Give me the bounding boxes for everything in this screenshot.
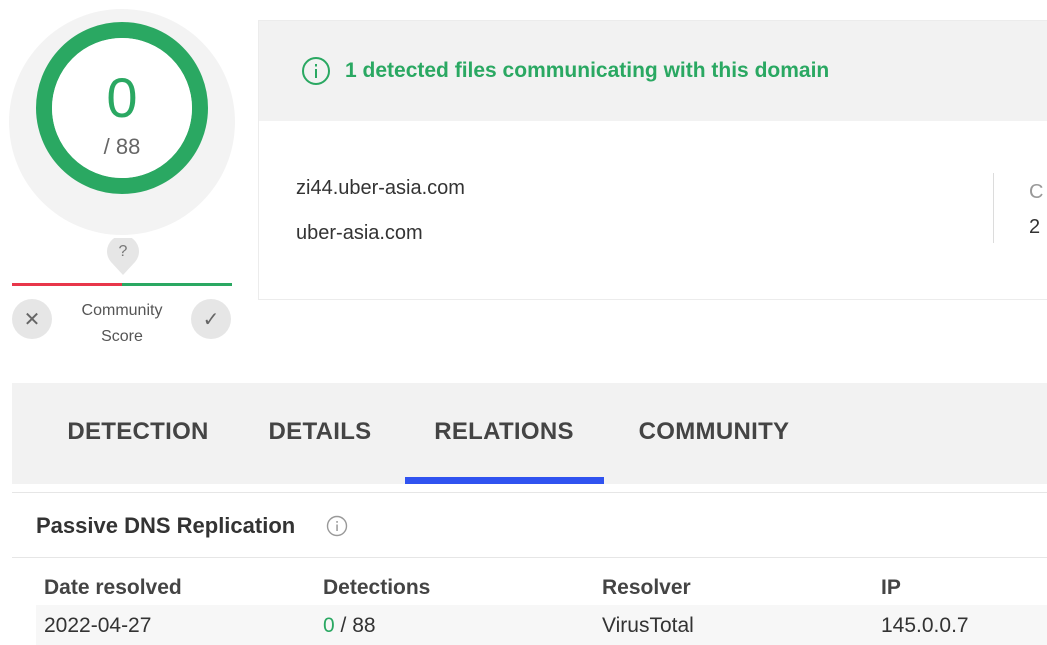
detections-total: / 88 <box>340 614 376 637</box>
community-score-pin: ? <box>104 235 142 276</box>
community-score-label-line2: Score <box>101 328 143 345</box>
cell-resolver: VirusTotal <box>602 614 694 637</box>
tab-detection[interactable]: DETECTION <box>42 383 234 480</box>
section-divider <box>12 557 1047 558</box>
community-score-value: ? <box>118 243 128 260</box>
domain-info-card: 1 detected files communicating with this… <box>258 20 1047 300</box>
detection-banner: 1 detected files communicating with this… <box>259 21 1047 121</box>
tab-relations[interactable]: RELATIONS <box>405 383 603 480</box>
tab-details[interactable]: DETAILS <box>254 383 386 480</box>
cell-date: 2022-04-27 <box>44 614 152 637</box>
cell-ip[interactable]: 145.0.0.7 <box>881 614 969 638</box>
community-score-bar-negative <box>12 283 122 286</box>
tab-bar: DETECTION DETAILS RELATIONS COMMUNITY <box>12 383 1047 484</box>
parent-domain: uber-asia.com <box>296 222 423 244</box>
vote-harmful-button[interactable]: ✕ <box>12 299 52 339</box>
vote-harmless-button[interactable]: ✓ <box>191 299 231 339</box>
community-score-label-line1: Community <box>81 302 163 319</box>
detections-positive: 0 <box>323 614 335 637</box>
community-score-label: Community Score <box>62 298 182 350</box>
info-icon[interactable] <box>326 515 348 537</box>
card-field-label: C <box>1029 181 1044 203</box>
banner-text: 1 detected files communicating with this… <box>345 59 830 82</box>
section-divider <box>12 492 1047 493</box>
active-tab-indicator <box>405 477 604 484</box>
column-header-date: Date resolved <box>44 576 182 599</box>
score-detected: 0 <box>106 66 138 129</box>
card-field-value: 2 <box>1029 216 1041 238</box>
section-title: Passive DNS Replication <box>36 513 296 538</box>
close-icon: ✕ <box>23 308 41 331</box>
community-score-bar-positive <box>122 283 232 286</box>
card-divider <box>993 173 994 243</box>
cell-detections: 0 / 88 <box>323 614 376 638</box>
column-header-resolver: Resolver <box>602 576 691 599</box>
check-icon: ✓ <box>202 308 220 331</box>
tab-community[interactable]: COMMUNITY <box>624 383 804 480</box>
column-header-detections: Detections <box>323 576 431 599</box>
column-header-ip: IP <box>881 576 901 599</box>
score-total: / 88 <box>103 134 141 159</box>
detection-score-gauge: 0 / 88 <box>8 8 236 236</box>
domain-name: zi44.uber-asia.com <box>296 177 465 199</box>
info-icon <box>302 57 330 85</box>
